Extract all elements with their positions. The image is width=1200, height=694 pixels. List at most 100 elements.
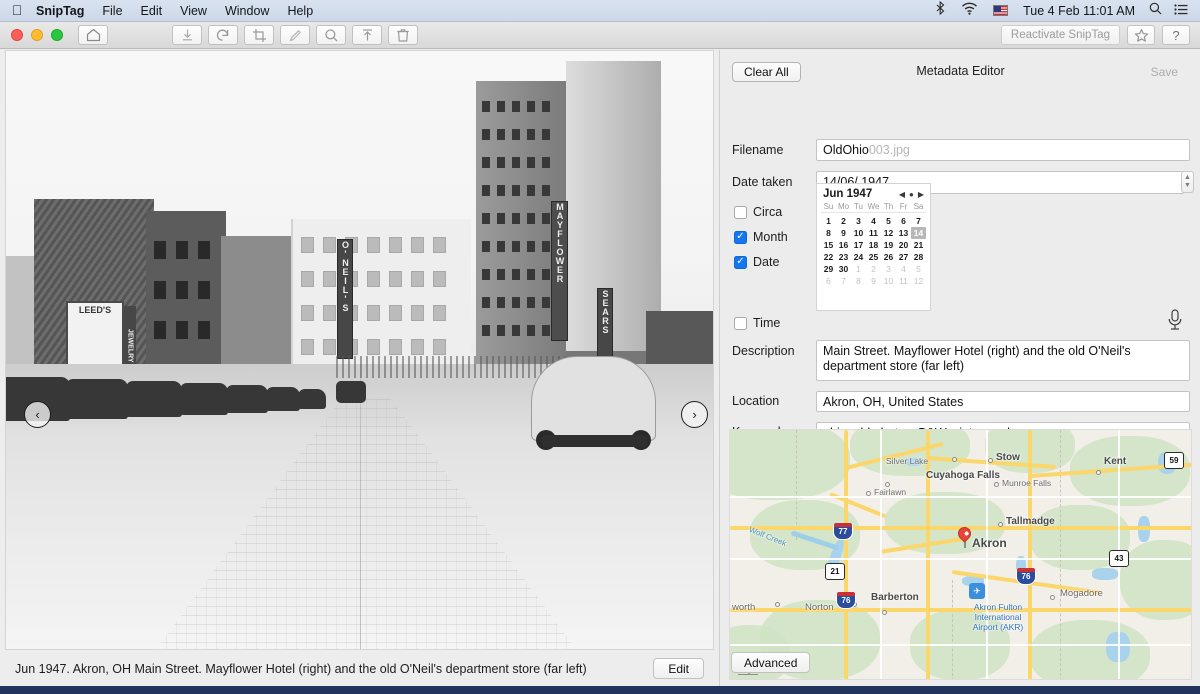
home-icon[interactable] (78, 25, 108, 45)
calendar-day-4[interactable]: 4 (896, 263, 911, 275)
maximize-button[interactable] (51, 29, 63, 41)
question-mark-icon[interactable]: ? (1162, 25, 1190, 45)
calendar-day-3[interactable]: 3 (881, 263, 896, 275)
advanced-button[interactable]: Advanced (731, 652, 811, 673)
reactivate-sniptag-button[interactable]: Reactivate SnipTag (1000, 25, 1120, 45)
date-stepper[interactable]: ▲ ▼ (1181, 171, 1194, 193)
calendar-day-8[interactable]: 8 (821, 227, 836, 239)
calendar-day-23[interactable]: 23 (836, 251, 851, 263)
calendar-day-12[interactable]: 12 (911, 275, 926, 287)
circa-checkbox[interactable] (734, 205, 747, 219)
month-checkbox-row[interactable]: ✓ Month (734, 230, 788, 244)
spotlight-search-icon[interactable] (1143, 0, 1172, 22)
microphone-icon[interactable] (1164, 308, 1186, 332)
menubar-clock[interactable]: Tue 4 Feb 11:01 AM (1015, 0, 1143, 22)
calendar-day-4[interactable]: 4 (866, 215, 881, 227)
calendar-day-24[interactable]: 24 (851, 251, 866, 263)
calendar-day-25[interactable]: 25 (866, 251, 881, 263)
calendar-day-18[interactable]: 18 (866, 239, 881, 251)
menu-item-edit[interactable]: Edit (132, 0, 172, 22)
pencil-icon[interactable] (280, 25, 310, 45)
calendar-day-28[interactable]: 28 (911, 251, 926, 263)
photo-frame[interactable]: LEED'S LEED'S JEWELRY O'NEIL'S MAYFLOWER… (5, 50, 714, 650)
minimize-button[interactable] (31, 29, 43, 41)
calendar-day-1[interactable]: 1 (821, 215, 836, 227)
calendar-prev-icon[interactable]: ◀ (899, 190, 905, 199)
crop-icon[interactable] (244, 25, 274, 45)
calendar-day-27[interactable]: 27 (896, 251, 911, 263)
description-input[interactable]: Main Street. Mayflower Hotel (right) and… (816, 340, 1190, 381)
menu-item-view[interactable]: View (171, 0, 216, 22)
rotate-icon[interactable] (208, 25, 238, 45)
location-input[interactable]: Akron, OH, United States (816, 391, 1190, 412)
menu-item-file[interactable]: File (93, 0, 131, 22)
calendar-day-7[interactable]: 7 (911, 215, 926, 227)
export-icon[interactable] (352, 25, 382, 45)
star-icon[interactable] (1127, 25, 1155, 45)
sign-leeds: LEED'S (66, 301, 124, 373)
calendar-day-26[interactable]: 26 (881, 251, 896, 263)
calendar-day-20[interactable]: 20 (896, 239, 911, 251)
menu-item-window[interactable]: Window (216, 0, 278, 22)
calendar-day-6[interactable]: 6 (821, 275, 836, 287)
calendar-day-10[interactable]: 10 (881, 275, 896, 287)
circa-checkbox-row[interactable]: Circa (734, 205, 782, 219)
calendar-next-icon[interactable]: ▶ (918, 190, 924, 199)
month-checkbox[interactable]: ✓ (734, 230, 747, 244)
menu-item-help[interactable]: Help (278, 0, 322, 22)
calendar-day-1[interactable]: 1 (851, 263, 866, 275)
calendar-day-6[interactable]: 6 (896, 215, 911, 227)
stepper-down-icon[interactable]: ▼ (1184, 182, 1191, 190)
previous-photo-button[interactable]: ‹ (24, 401, 51, 428)
save-button[interactable]: Save (1138, 62, 1190, 82)
calendar-day-9[interactable]: 9 (836, 227, 851, 239)
calendar-day-14[interactable]: 14 (911, 227, 926, 239)
date-checkbox[interactable]: ✓ (734, 255, 747, 269)
time-checkbox-row[interactable]: Time (734, 316, 780, 330)
calendar-day-10[interactable]: 10 (851, 227, 866, 239)
menu-app-name[interactable]: SnipTag (34, 0, 93, 22)
calendar-day-2[interactable]: 2 (836, 215, 851, 227)
trash-icon[interactable] (388, 25, 418, 45)
date-picker-calendar[interactable]: Jun 1947 ◀ ● ▶ Su Mo Tu We Th Fr Sa 1 2 … (816, 183, 931, 311)
calendar-day-11[interactable]: 11 (896, 275, 911, 287)
us-flag-icon[interactable] (993, 5, 1009, 16)
download-icon[interactable] (172, 25, 202, 45)
calendar-day-21[interactable]: 21 (911, 239, 926, 251)
next-photo-button[interactable]: › (681, 401, 708, 428)
calendar-day-13[interactable]: 13 (896, 227, 911, 239)
calendar-day-9[interactable]: 9 (866, 275, 881, 287)
date-checkbox-row[interactable]: ✓ Date (734, 255, 779, 269)
close-button[interactable] (11, 29, 23, 41)
calendar-day-19[interactable]: 19 (881, 239, 896, 251)
apple-logo-icon[interactable]:  (0, 3, 34, 19)
filename-input[interactable]: OldOhio003.jpg (816, 139, 1190, 161)
calendar-day-12[interactable]: 12 (881, 227, 896, 239)
calendar-day-29[interactable]: 29 (821, 263, 836, 275)
calendar-day-30[interactable]: 30 (836, 263, 851, 275)
calendar-days-grid[interactable]: 1 2 3 4 5 6 7 8 9 10 11 12 13 14 15 16 17 18 19 20 21 22 23 24 2… (821, 215, 926, 287)
bluetooth-icon[interactable] (928, 0, 953, 22)
calendar-day-7[interactable]: 7 (836, 275, 851, 287)
calendar-day-17[interactable]: 17 (851, 239, 866, 251)
calendar-day-22[interactable]: 22 (821, 251, 836, 263)
control-center-icon[interactable] (1172, 0, 1200, 22)
wifi-icon[interactable] (953, 0, 986, 22)
titlebar-right-controls: Reactivate SnipTag ? (1000, 25, 1190, 45)
stepper-up-icon[interactable]: ▲ (1184, 174, 1191, 182)
calendar-day-8[interactable]: 8 (851, 275, 866, 287)
calendar-day-2[interactable]: 2 (866, 263, 881, 275)
photo-caption-bar: Jun 1947. Akron, OH Main Street. Mayflow… (5, 651, 714, 686)
time-checkbox[interactable] (734, 316, 747, 330)
calendar-day-5[interactable]: 5 (911, 263, 926, 275)
magnifier-icon[interactable] (316, 25, 346, 45)
dow-fr: Fr (899, 202, 908, 211)
calendar-day-15[interactable]: 15 (821, 239, 836, 251)
edit-caption-button[interactable]: Edit (653, 658, 704, 679)
calendar-day-3[interactable]: 3 (851, 215, 866, 227)
calendar-day-5[interactable]: 5 (881, 215, 896, 227)
calendar-day-16[interactable]: 16 (836, 239, 851, 251)
location-map[interactable]: ✈ Cuyahoga Falls Silver Lake Stow Kent M… (729, 429, 1192, 680)
calendar-day-11[interactable]: 11 (866, 227, 881, 239)
calendar-today-icon[interactable]: ● (909, 190, 914, 199)
